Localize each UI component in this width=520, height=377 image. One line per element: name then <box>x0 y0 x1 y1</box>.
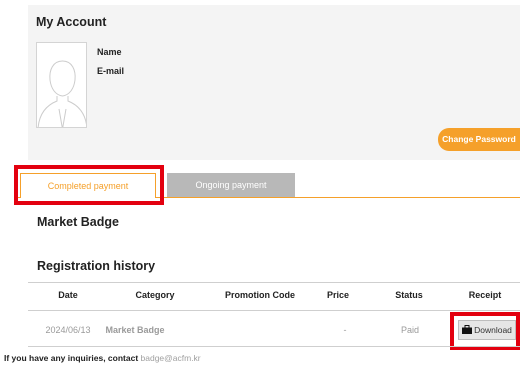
column-header-category: Category <box>135 290 175 300</box>
row-status: Paid <box>400 325 419 335</box>
section-title: Market Badge <box>37 215 119 229</box>
history-title: Registration history <box>37 259 156 273</box>
row-date: 2024/06/13 <box>45 325 91 335</box>
avatar <box>36 42 87 128</box>
column-header-price: Price <box>326 290 350 300</box>
contact-text: If you have any inquiries, contact <box>4 353 141 363</box>
row-category: Market Badge <box>105 325 165 335</box>
contact-note: If you have any inquiries, contact badge… <box>4 353 201 363</box>
user-silhouette-icon <box>37 60 86 127</box>
table-header-rule <box>28 310 520 311</box>
change-password-button[interactable]: Change Password <box>438 128 520 151</box>
column-header-status: Status <box>395 290 423 300</box>
table-bottom-rule <box>28 346 520 347</box>
column-header-receipt: Receipt <box>468 290 502 300</box>
column-header-promotion-code: Promotion Code <box>225 290 295 300</box>
account-panel: My Account Name E-mail Change Password <box>28 5 520 160</box>
name-label: Name <box>97 47 122 57</box>
highlight-box-tab <box>14 165 164 205</box>
account-title: My Account <box>36 15 107 29</box>
table-top-rule <box>28 282 520 283</box>
contact-email-link[interactable]: badge@acfm.kr <box>141 353 201 363</box>
highlight-box-download <box>450 312 520 350</box>
email-label: E-mail <box>97 66 125 76</box>
tab-ongoing-payment[interactable]: Ongoing payment <box>167 173 295 197</box>
column-header-date: Date <box>58 290 78 300</box>
row-price: - <box>343 325 347 335</box>
